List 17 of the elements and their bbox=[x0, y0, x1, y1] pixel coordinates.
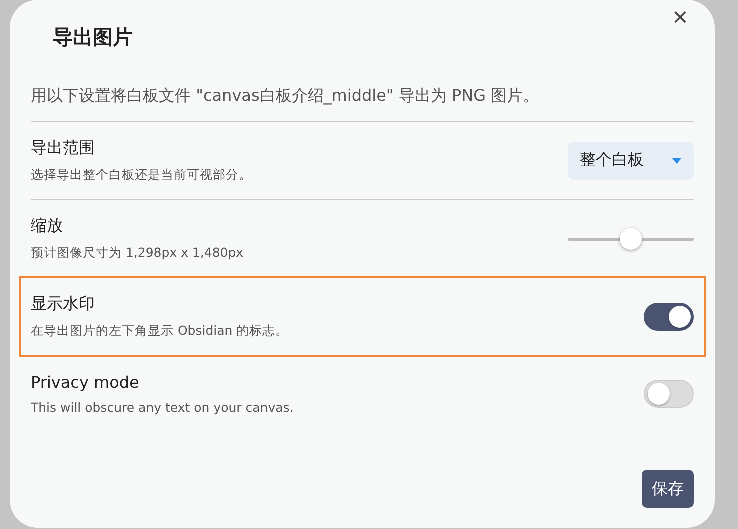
save-button[interactable]: 保存 bbox=[642, 470, 694, 508]
setting-name: 缩放 bbox=[31, 216, 64, 236]
setting-description: 预计图像尺寸为 1,298px x 1,480px bbox=[31, 244, 244, 262]
close-button[interactable]: × bbox=[666, 4, 694, 30]
caret-icon bbox=[672, 158, 682, 164]
setting-description: 选择导出整个白板还是当前可视部分。 bbox=[31, 166, 252, 184]
setting-description: 在导出图片的左下角显示 Obsidian 的标志。 bbox=[31, 322, 289, 340]
dialog-description: 用以下设置将白板文件 "canvas白板介绍_middle" 导出为 PNG 图片。 bbox=[31, 72, 694, 122]
dialog-title: 导出图片 bbox=[53, 24, 133, 51]
setting-description: This will obscure any text on your canvas. bbox=[31, 400, 294, 414]
scope-dropdown[interactable]: 整个白板 bbox=[568, 142, 694, 180]
setting-name: 显示水印 bbox=[31, 294, 96, 314]
zoom-slider[interactable] bbox=[568, 226, 694, 250]
slider-thumb[interactable] bbox=[620, 228, 642, 250]
toggle-switch[interactable] bbox=[644, 302, 694, 330]
setting-name: 导出范围 bbox=[31, 138, 96, 158]
setting-name: Privacy mode bbox=[31, 372, 140, 392]
